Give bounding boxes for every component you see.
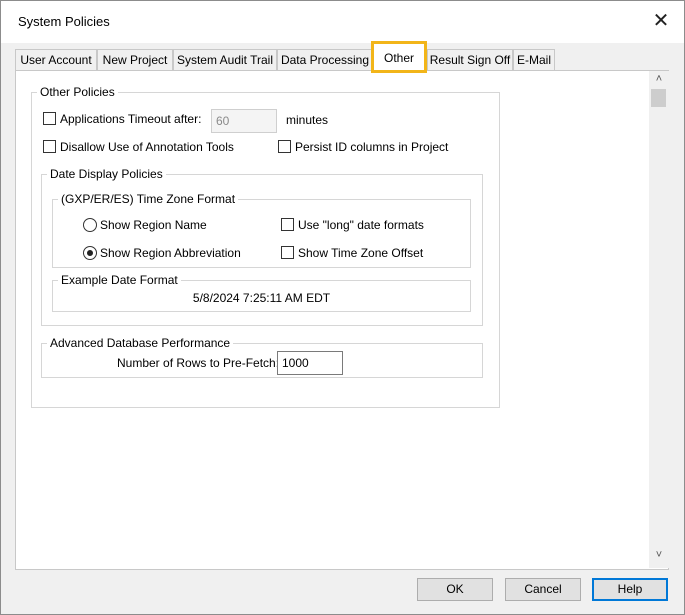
help-button[interactable]: Help xyxy=(592,578,668,601)
persist-id-columns-checkbox[interactable] xyxy=(278,140,291,153)
other-policies-group-label: Other Policies xyxy=(37,85,118,99)
timezone-format-group-label: (GXP/ER/ES) Time Zone Format xyxy=(58,192,239,206)
close-icon[interactable]: ✕ xyxy=(650,9,672,33)
tab-new-project[interactable]: New Project xyxy=(97,49,173,71)
applications-timeout-checkbox[interactable] xyxy=(43,112,56,125)
tab-result-sign-off[interactable]: Result Sign Off xyxy=(427,49,513,71)
date-display-group-label: Date Display Policies xyxy=(47,167,166,181)
tab-other[interactable]: Other xyxy=(371,41,427,73)
scroll-down-icon[interactable]: ˅ xyxy=(649,549,669,567)
rows-to-prefetch-input[interactable] xyxy=(277,351,343,375)
disallow-annotation-label: Disallow Use of Annotation Tools xyxy=(60,140,234,154)
rows-to-prefetch-label: Number of Rows to Pre-Fetch: xyxy=(117,356,280,370)
use-long-date-formats-label: Use "long" date formats xyxy=(298,218,424,232)
applications-timeout-label: Applications Timeout after: xyxy=(60,112,202,126)
ok-button[interactable]: OK xyxy=(417,578,493,601)
show-region-abbreviation-label: Show Region Abbreviation xyxy=(100,246,241,260)
tab-user-account[interactable]: User Account xyxy=(15,49,97,71)
example-date-format-label: Example Date Format xyxy=(58,273,181,287)
vertical-scrollbar[interactable]: ˄ ˅ xyxy=(649,71,669,568)
tab-system-audit-trail[interactable]: System Audit Trail xyxy=(173,49,277,71)
system-policies-dialog: System Policies ✕ User Account New Proje… xyxy=(0,0,685,615)
show-region-name-label: Show Region Name xyxy=(100,218,207,232)
show-timezone-offset-checkbox[interactable] xyxy=(281,246,294,259)
disallow-annotation-checkbox[interactable] xyxy=(43,140,56,153)
dialog-title: System Policies xyxy=(18,14,110,29)
applications-timeout-input[interactable] xyxy=(211,109,277,133)
use-long-date-formats-checkbox[interactable] xyxy=(281,218,294,231)
tab-e-mail[interactable]: E-Mail xyxy=(513,49,555,71)
cancel-button[interactable]: Cancel xyxy=(505,578,581,601)
persist-id-columns-label: Persist ID columns in Project xyxy=(295,140,449,154)
timeout-unit-label: minutes xyxy=(286,113,329,127)
title-bar: System Policies ✕ xyxy=(1,1,684,43)
advanced-database-group-label: Advanced Database Performance xyxy=(47,336,234,350)
show-region-abbreviation-radio[interactable] xyxy=(83,246,97,260)
show-region-name-radio[interactable] xyxy=(83,218,97,232)
example-date-value: 5/8/2024 7:25:11 AM EDT xyxy=(192,291,331,305)
tab-data-processing[interactable]: Data Processing xyxy=(277,49,373,71)
show-timezone-offset-label: Show Time Zone Offset xyxy=(298,246,424,260)
scrollbar-thumb[interactable] xyxy=(651,89,666,107)
